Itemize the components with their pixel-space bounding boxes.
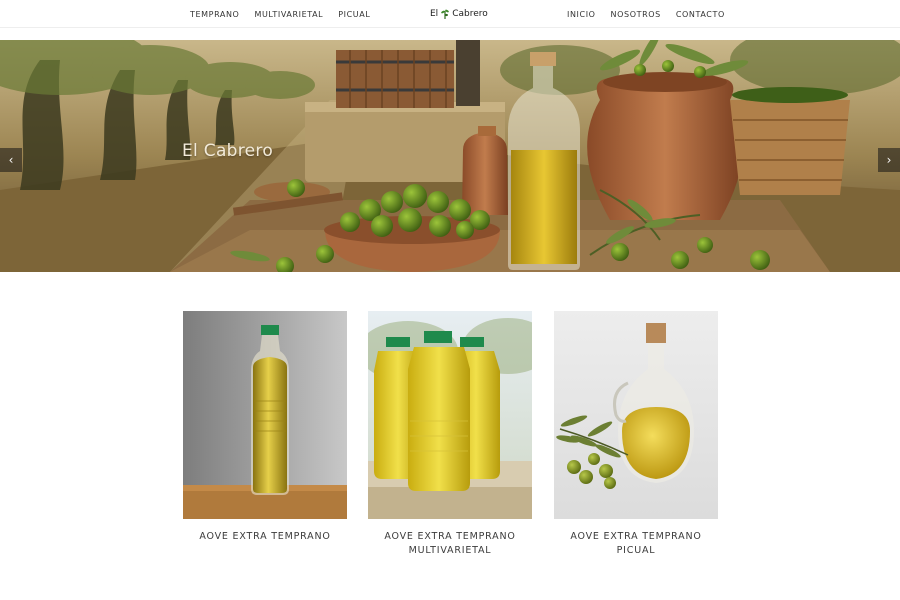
nav-right-group: INICIO NOSOTROS CONTACTO xyxy=(567,0,725,28)
logo-text-second: Cabrero xyxy=(452,9,488,19)
hero-title: El Cabrero xyxy=(182,141,274,161)
product-name[interactable]: AOVE EXTRA TEMPRANO PICUAL xyxy=(554,530,718,558)
site-logo[interactable]: El Cabrero xyxy=(430,0,488,28)
product-name[interactable]: AOVE EXTRA TEMPRANO xyxy=(183,530,347,544)
hero-carousel: El Cabrero ‹ › xyxy=(0,40,900,272)
product-image-multivarietal[interactable] xyxy=(368,311,532,519)
product-card-temprano[interactable]: AOVE EXTRA TEMPRANO xyxy=(183,311,347,544)
nav-link-nosotros[interactable]: NOSOTROS xyxy=(611,10,661,19)
carousel-next-button[interactable]: › xyxy=(878,148,900,172)
nav-link-temprano[interactable]: TEMPRANO xyxy=(190,10,239,19)
hero-image xyxy=(0,40,900,272)
product-card-picual[interactable]: AOVE EXTRA TEMPRANO PICUAL xyxy=(554,311,718,558)
product-image-temprano[interactable] xyxy=(183,311,347,519)
carousel-prev-button[interactable]: ‹ xyxy=(0,148,22,172)
top-navigation: TEMPRANO MULTIVARIETAL PICUAL El Cabrero… xyxy=(0,0,900,28)
olive-branch-icon xyxy=(441,9,449,19)
product-image-picual[interactable] xyxy=(554,311,718,519)
chevron-right-icon: › xyxy=(886,153,892,167)
nav-link-contacto[interactable]: CONTACTO xyxy=(676,10,725,19)
nav-link-multivarietal[interactable]: MULTIVARIETAL xyxy=(254,10,323,19)
nav-left-group: TEMPRANO MULTIVARIETAL PICUAL xyxy=(190,0,370,28)
nav-link-picual[interactable]: PICUAL xyxy=(338,10,370,19)
product-card-multivarietal[interactable]: AOVE EXTRA TEMPRANO MULTIVARIETAL xyxy=(368,311,532,558)
chevron-left-icon: ‹ xyxy=(8,153,14,167)
product-name[interactable]: AOVE EXTRA TEMPRANO MULTIVARIETAL xyxy=(368,530,532,558)
logo-text-first: El xyxy=(430,9,439,19)
nav-link-inicio[interactable]: INICIO xyxy=(567,10,596,19)
